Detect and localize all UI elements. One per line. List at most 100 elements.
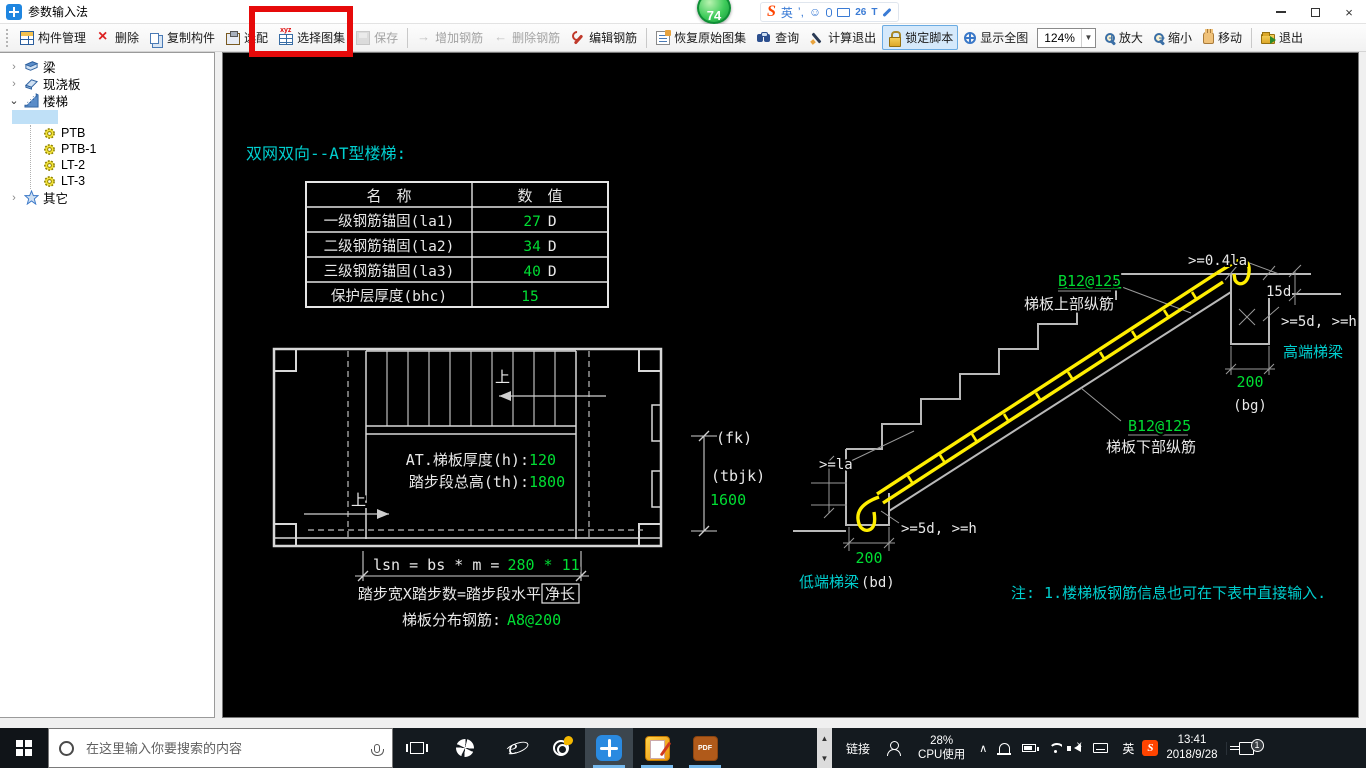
expander-collapsed-icon[interactable]: › xyxy=(8,78,20,90)
bg-code-label: (bg) xyxy=(1233,398,1267,414)
zoom-out-icon xyxy=(1153,32,1165,44)
copy-component-button[interactable]: 复制构件 xyxy=(145,25,220,50)
select-atlas-button[interactable]: 选择图集 xyxy=(274,25,350,50)
sidebar-item-ptb[interactable]: PTB xyxy=(35,125,214,141)
tbjk-value[interactable]: 1600 xyxy=(710,491,746,509)
top-rebar-spec[interactable]: B12@125 xyxy=(1056,270,1123,292)
sidebar-item-slab[interactable]: › 现浇板 xyxy=(0,75,214,93)
add-rebar-button[interactable]: 增加钢筋 xyxy=(412,25,488,50)
taskbar-app-notepad[interactable] xyxy=(633,728,681,768)
low-beam-width-value[interactable]: 200 xyxy=(853,547,884,569)
restore-atlas-button[interactable]: 恢复原始图集 xyxy=(651,25,751,50)
flight-height-value[interactable]: 1800 xyxy=(527,471,567,493)
scroll-down-icon[interactable]: ▼ xyxy=(821,754,829,763)
component-manage-button[interactable]: 构件管理 xyxy=(15,25,91,50)
top-rebar-label: 梯板上部纵筋 xyxy=(1024,295,1114,313)
bottom-rebar-spec[interactable]: B12@125 xyxy=(1126,415,1193,437)
expander-expanded-icon[interactable]: ⌄ xyxy=(8,94,20,107)
ime-indicator[interactable]: 英 xyxy=(1114,740,1142,757)
zoom-out-button[interactable]: 缩小 xyxy=(1149,25,1197,50)
search-mic-icon[interactable] xyxy=(371,743,384,756)
restore-button[interactable] xyxy=(1298,0,1332,24)
height-dimension: (fk) (tbjk) 1600 xyxy=(691,429,765,537)
stair-atlas-drawing: 双网双向--AT型楼梯: 名 称 数 值 一级钢筋锚固(la1) 27 D 二级钢… xyxy=(246,144,1359,631)
delete-icon xyxy=(97,28,111,46)
close-button[interactable]: × xyxy=(1332,0,1366,24)
calc-exit-button[interactable]: 计算退出 xyxy=(805,25,881,50)
zoom-level-combo[interactable]: 124% ▼ xyxy=(1037,27,1096,48)
table-row-value[interactable]: 15 xyxy=(521,289,538,305)
skin-icon[interactable]: T xyxy=(871,7,877,18)
people-icon[interactable] xyxy=(886,741,902,756)
save-button[interactable]: 保存 xyxy=(351,25,403,50)
delete-button[interactable]: 删除 xyxy=(92,25,144,50)
links-toolbar-label[interactable]: 链接 xyxy=(838,740,878,757)
query-button[interactable]: 查询 xyxy=(752,25,804,50)
sidebar-item-beam[interactable]: › 梁 xyxy=(0,58,214,76)
action-center-button[interactable]: 1 xyxy=(1225,738,1266,755)
table-row-value[interactable]: 40 D xyxy=(523,264,556,280)
taskbar-app-pinwheel[interactable] xyxy=(441,728,489,768)
ime-punctuation-toggle[interactable]: ’, xyxy=(798,5,804,19)
high-beam-width-value[interactable]: 200 xyxy=(1234,371,1265,393)
sidebar-item-lt-3[interactable]: LT-3 xyxy=(35,173,214,189)
exit-button[interactable]: 退出 xyxy=(1256,25,1308,50)
taskbar-app-pdf[interactable] xyxy=(681,728,729,768)
task-view-button[interactable] xyxy=(393,728,441,768)
touch-keyboard-icon[interactable] xyxy=(1093,743,1109,753)
taskbar-app-glodon[interactable] xyxy=(585,728,633,768)
wubi-mode-icon[interactable]: 26 xyxy=(855,7,866,18)
taskbar-search[interactable] xyxy=(48,728,393,768)
bell-icon[interactable] xyxy=(997,743,1012,755)
sidebar-item-lt-2[interactable]: LT-2 xyxy=(35,157,214,173)
edit-rebar-button[interactable]: 编辑钢筋 xyxy=(566,25,642,50)
fit-view-button[interactable]: 显示全图 xyxy=(959,25,1033,50)
delete-rebar-button[interactable]: 删除钢筋 xyxy=(489,25,565,50)
taskbar-toolbar-scroll[interactable]: ▲ ▼ xyxy=(817,728,832,768)
voice-input-icon[interactable] xyxy=(826,7,833,17)
expander-collapsed-icon[interactable]: › xyxy=(8,61,20,73)
sidebar-item-stair[interactable]: ⌄ 楼梯 xyxy=(0,92,214,109)
hook-rule-top-label: >=5d, >=h xyxy=(1281,314,1357,330)
battery-icon[interactable] xyxy=(1022,744,1039,752)
delete-rebar-icon xyxy=(494,31,508,45)
tree-selected-blank-item[interactable] xyxy=(12,110,58,124)
cad-drawing-canvas[interactable]: 双网双向--AT型楼梯: 名 称 数 值 一级钢筋锚固(la1) 27 D 二级钢… xyxy=(222,52,1359,718)
table-header-name: 名 称 xyxy=(366,187,411,205)
search-input[interactable] xyxy=(84,739,364,757)
emoji-icon[interactable]: ☺ xyxy=(809,5,821,19)
sidebar-item-other[interactable]: › 其它 xyxy=(0,189,214,206)
ime-settings-icon[interactable] xyxy=(882,7,893,17)
sidebar-item-ptb-1[interactable]: PTB-1 xyxy=(35,141,214,157)
pdf-app-icon xyxy=(692,735,718,761)
taskbar-app-ie[interactable]: e xyxy=(489,728,537,768)
table-row-value[interactable]: 34 D xyxy=(523,239,556,255)
scroll-up-icon[interactable]: ▲ xyxy=(821,734,829,743)
wifi-icon[interactable] xyxy=(1048,743,1062,754)
slab-thickness-value[interactable]: 120 xyxy=(527,449,558,471)
minimize-button[interactable] xyxy=(1264,0,1298,24)
zoom-level-value[interactable]: 124% xyxy=(1038,31,1081,45)
table-row-value[interactable]: 27 D xyxy=(523,214,556,230)
distribution-rebar-value[interactable]: A8@200 xyxy=(505,609,563,631)
volume-muted-icon[interactable] xyxy=(1067,740,1082,752)
restore-document-icon xyxy=(656,29,672,45)
zoom-in-button[interactable]: 放大 xyxy=(1100,25,1148,50)
exit-folder-icon xyxy=(1260,32,1276,44)
sogou-ime-toolbar[interactable]: S 英 ’, ☺ 26 T xyxy=(760,2,900,22)
taskbar-app-360[interactable] xyxy=(537,728,585,768)
chevron-down-icon[interactable]: ▼ xyxy=(1080,28,1095,47)
select-match-button[interactable]: 选配 xyxy=(221,25,273,50)
lock-script-button[interactable]: 锁定脚本 xyxy=(882,25,959,50)
sogou-tray-icon[interactable]: S xyxy=(1142,740,1159,756)
pan-button[interactable]: 移动 xyxy=(1198,25,1247,50)
gear-icon xyxy=(44,175,55,187)
sogou-logo-icon[interactable]: S xyxy=(767,3,776,21)
expander-collapsed-icon[interactable]: › xyxy=(8,192,20,204)
start-button[interactable] xyxy=(0,728,48,768)
soft-keyboard-icon[interactable] xyxy=(837,7,851,17)
tray-chevron-up-icon[interactable]: ∧ xyxy=(979,742,987,755)
taskbar-clock[interactable]: 13:41 2018/9/28 xyxy=(1158,733,1225,763)
ime-language-toggle[interactable]: 英 xyxy=(781,4,793,21)
cpu-usage-widget[interactable]: 28% CPU使用 xyxy=(910,734,973,763)
